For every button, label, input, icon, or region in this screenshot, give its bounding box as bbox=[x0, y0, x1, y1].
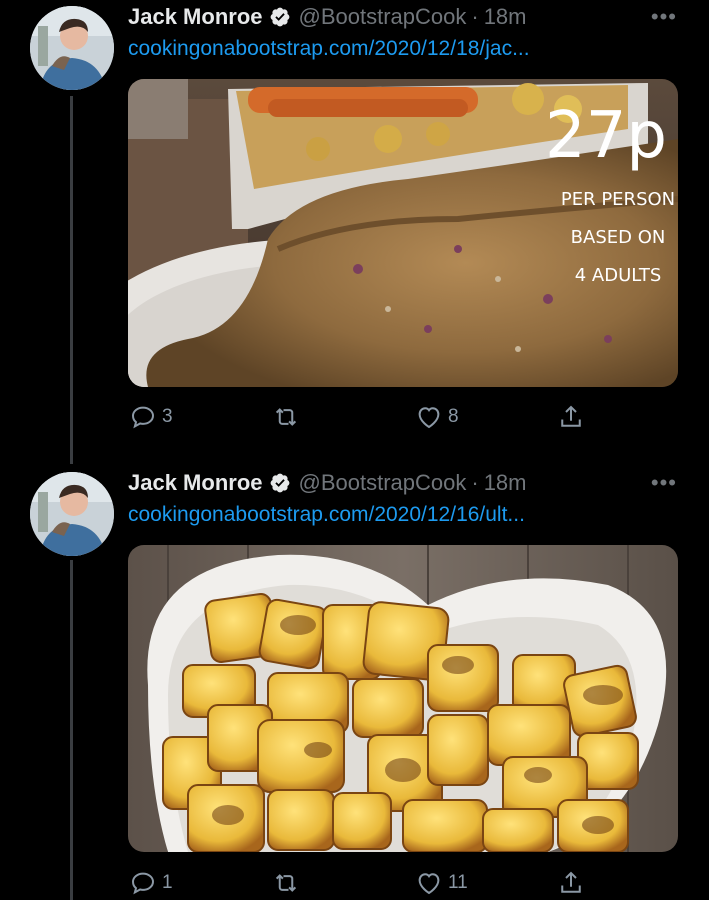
avatar[interactable] bbox=[30, 472, 114, 556]
reply-icon bbox=[131, 406, 155, 429]
tweet-image[interactable] bbox=[128, 545, 678, 852]
price-overlay: 27p bbox=[545, 99, 667, 173]
reply-button[interactable]: 3 bbox=[128, 402, 173, 432]
author-name[interactable]: Jack Monroe bbox=[128, 470, 263, 496]
like-button[interactable]: 11 bbox=[414, 868, 468, 898]
reply-icon bbox=[131, 872, 155, 895]
separator: · bbox=[471, 470, 479, 495]
more-icon[interactable]: ••• bbox=[651, 4, 677, 30]
tweet-header: Jack Monroe @BootstrapCook · 18m bbox=[128, 2, 526, 32]
reply-count: 3 bbox=[162, 406, 173, 427]
tweet-image[interactable]: 27p PER PERSON BASED ON 4 ADULTS bbox=[128, 79, 678, 387]
like-count: 11 bbox=[448, 872, 468, 893]
reply-button[interactable]: 1 bbox=[128, 868, 173, 898]
timestamp[interactable]: 18m bbox=[484, 470, 527, 496]
tweet-link[interactable]: cookingonabootstrap.com/2020/12/18/jac..… bbox=[128, 37, 530, 61]
like-button[interactable]: 8 bbox=[414, 402, 459, 432]
retweet-button[interactable] bbox=[271, 402, 305, 432]
separator: · bbox=[471, 4, 479, 29]
share-icon bbox=[561, 871, 581, 893]
verified-badge-icon bbox=[270, 473, 289, 493]
like-icon bbox=[418, 407, 440, 429]
overlay-line-1: PER PERSON bbox=[561, 189, 675, 210]
share-button[interactable] bbox=[556, 402, 586, 432]
author-handle[interactable]: @BootstrapCook bbox=[299, 470, 467, 496]
retweet-button[interactable] bbox=[271, 868, 305, 898]
tweet-2[interactable]: Jack Monroe @BootstrapCook · 18m ••• coo… bbox=[0, 466, 709, 900]
action-bar: 3 8 bbox=[128, 402, 598, 432]
tweet-header: Jack Monroe @BootstrapCook · 18m bbox=[128, 468, 526, 498]
retweet-icon bbox=[275, 408, 297, 426]
overlay-line-2: BASED ON bbox=[571, 227, 666, 248]
reply-count: 1 bbox=[162, 872, 173, 893]
more-icon[interactable]: ••• bbox=[651, 470, 677, 496]
avatar[interactable] bbox=[30, 6, 114, 90]
author-handle[interactable]: @BootstrapCook bbox=[299, 4, 467, 30]
tweet-1[interactable]: Jack Monroe @BootstrapCook · 18m ••• coo… bbox=[0, 0, 709, 460]
action-bar: 1 11 bbox=[128, 868, 598, 898]
like-count: 8 bbox=[448, 406, 459, 427]
verified-badge-icon bbox=[270, 7, 289, 27]
timestamp[interactable]: 18m bbox=[484, 4, 527, 30]
share-button[interactable] bbox=[556, 868, 586, 898]
retweet-icon bbox=[275, 874, 297, 892]
share-icon bbox=[561, 405, 581, 427]
tweet-link[interactable]: cookingonabootstrap.com/2020/12/16/ult..… bbox=[128, 503, 525, 527]
author-name[interactable]: Jack Monroe bbox=[128, 4, 263, 30]
overlay-line-3: 4 ADULTS bbox=[575, 265, 662, 286]
like-icon bbox=[418, 873, 440, 895]
